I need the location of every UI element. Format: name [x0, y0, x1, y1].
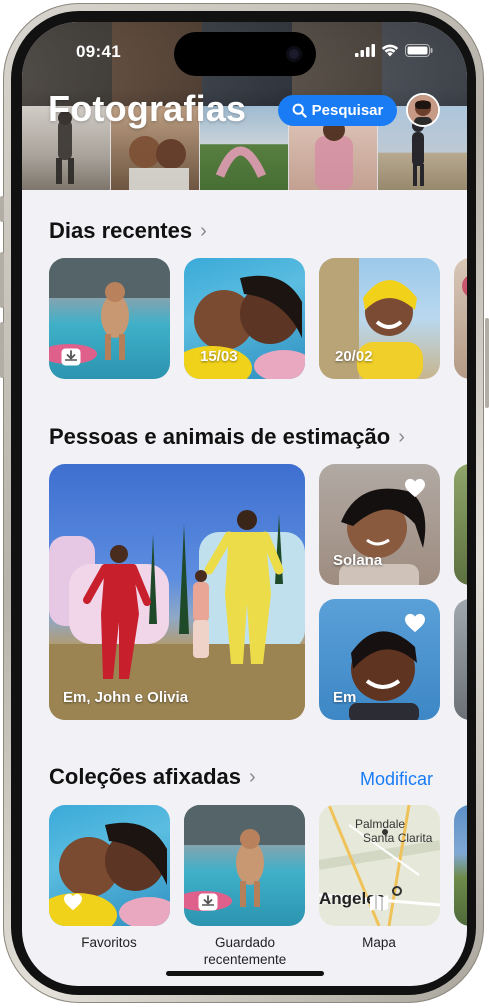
people-group-card[interactable]: Em, John e Olivia: [49, 464, 305, 720]
recent-day-card[interactable]: 20/02: [319, 258, 440, 379]
section-title-recent-days[interactable]: Dias recentes ›: [49, 218, 207, 244]
tray-download-icon: [61, 348, 81, 366]
volume-down-button: [0, 322, 4, 378]
recent-day-card-partial[interactable]: [454, 258, 467, 379]
signal-icon: [355, 44, 375, 57]
page-title: Fotografias: [48, 88, 247, 129]
battery-icon: [405, 44, 433, 57]
card-label: 20/02: [335, 348, 373, 365]
action-button: [0, 196, 4, 222]
front-camera: [286, 46, 302, 62]
card-label: Solana: [333, 552, 383, 569]
person-card[interactable]: Em: [319, 599, 440, 720]
recent-day-card[interactable]: 15/03: [184, 258, 305, 379]
chevron-right-icon: ›: [248, 765, 256, 788]
collection-recently-saved[interactable]: [184, 805, 305, 926]
heart-icon: [405, 478, 425, 498]
volume-up-button: [0, 252, 4, 308]
collection-label-favorites: Favoritos: [81, 935, 137, 950]
card-label: 15/03: [200, 348, 238, 365]
side-button: [485, 318, 489, 408]
avatar[interactable]: [406, 93, 440, 127]
map-label-palmdale: Palmdale: [355, 817, 406, 831]
section-title-pinned-collections[interactable]: Coleções afixadas ›: [49, 764, 256, 790]
tray-download-icon: [198, 893, 218, 911]
section-title-label: Pessoas e animais de estimação: [49, 424, 391, 449]
section-title-people-pets[interactable]: Pessoas e animais de estimação ›: [49, 424, 405, 450]
screen: 09:41 Fotografias Pesquisar Dias recente…: [22, 22, 467, 986]
map-icon: [370, 895, 388, 911]
collection-label-map: Mapa: [362, 935, 396, 950]
section-title-label: Coleções afixadas: [49, 764, 241, 789]
collection-label-recently-saved: Guardado recentemente: [203, 935, 287, 967]
recent-day-card[interactable]: [49, 258, 170, 379]
status-icons: [355, 44, 433, 57]
heart-icon: [405, 613, 425, 633]
collection-favorites[interactable]: [49, 805, 170, 926]
collection-partial[interactable]: [454, 805, 467, 926]
search-icon: [292, 103, 307, 118]
search-button-label: Pesquisar: [311, 102, 384, 119]
heart-icon: [64, 893, 82, 911]
map-label-santa-clarita: Santa Clarita: [363, 831, 433, 845]
modify-button[interactable]: Modificar: [360, 769, 433, 790]
wifi-icon: [381, 44, 399, 57]
chevron-right-icon: ›: [200, 219, 207, 242]
card-label: Em, John e Olivia: [63, 689, 189, 706]
search-button[interactable]: Pesquisar: [278, 95, 397, 126]
status-time: 09:41: [76, 42, 121, 61]
home-indicator[interactable]: [166, 971, 324, 976]
person-card[interactable]: Solana: [319, 464, 440, 585]
dynamic-island: [174, 32, 316, 76]
person-card-partial[interactable]: [454, 599, 467, 720]
card-label: Em: [333, 689, 357, 706]
section-title-label: Dias recentes: [49, 218, 193, 243]
chevron-right-icon: ›: [398, 425, 405, 448]
collection-map[interactable]: Palmdale Santa Clarita Angeles: [319, 805, 440, 926]
person-card-partial[interactable]: [454, 464, 467, 585]
